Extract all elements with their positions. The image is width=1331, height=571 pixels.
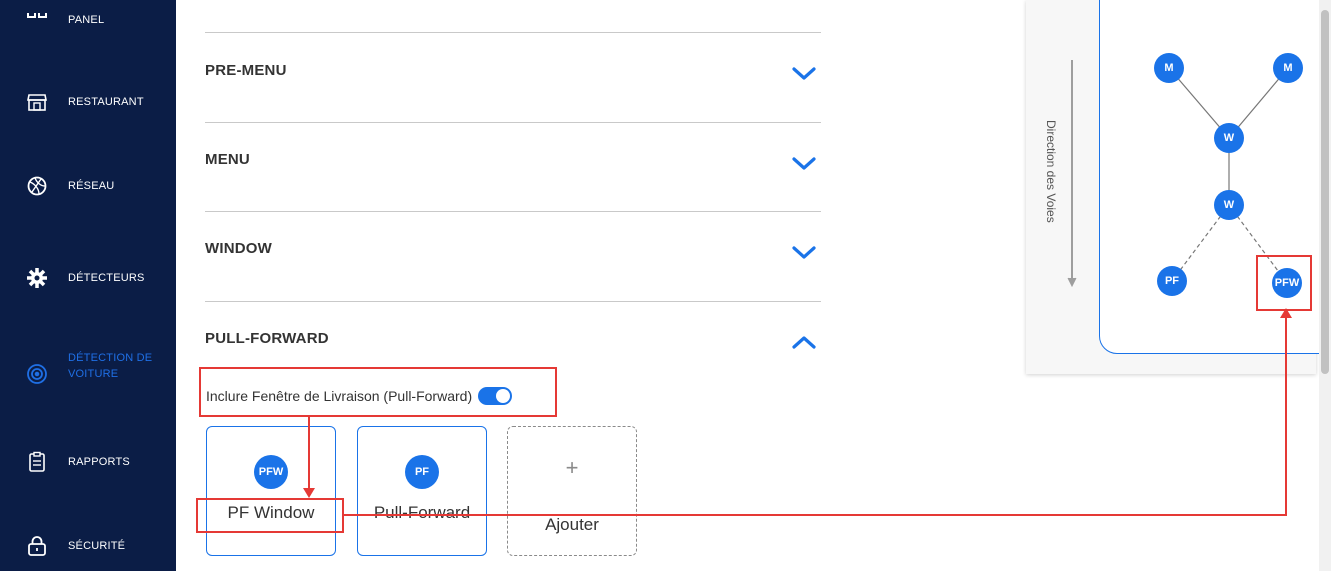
sidebar-item-label: SÉCURITÉ — [68, 540, 126, 552]
add-lane-label: Ajouter — [545, 515, 599, 534]
diagram-node-w1: W — [1214, 123, 1244, 153]
network-icon — [26, 175, 48, 197]
lane-badge: PF — [405, 455, 439, 489]
sidebar-item-detecteurs[interactable]: DÉTECTEURS — [0, 258, 176, 298]
sidebar-item-panel[interactable]: PANEL — [0, 4, 176, 44]
lane-badge: PFW — [254, 455, 288, 489]
toggle-knob — [496, 389, 511, 403]
sidebar-item-label: RESTAURANT — [68, 96, 144, 108]
lane-diagram-panel: Direction des Voies M M W W PF PFW — [1026, 0, 1331, 374]
chevron-down-icon[interactable] — [791, 66, 817, 82]
chevron-down-icon[interactable] — [791, 245, 817, 261]
divider — [205, 32, 821, 33]
direction-label: Direction des Voies — [1044, 120, 1058, 223]
sidebar-item-restaurant[interactable]: RESTAURANT — [0, 82, 176, 122]
lane-graph-box: M M W W PF PFW — [1099, 0, 1331, 354]
section-title-menu[interactable]: MENU — [205, 151, 250, 168]
store-icon — [26, 91, 48, 113]
pull-forward-toggle[interactable] — [478, 387, 513, 405]
sidebar-item-label: DÉTECTION DE VOITURE — [68, 352, 153, 380]
section-title-pull-forward[interactable]: PULL-FORWARD — [205, 330, 329, 347]
diagram-node-w2: W — [1214, 190, 1244, 220]
toggle-label: Inclure Fenêtre de Livraison (Pull-Forwa… — [206, 388, 473, 404]
diagram-node-pfw: PFW — [1272, 268, 1302, 298]
chevron-down-icon[interactable] — [791, 156, 817, 172]
divider — [205, 301, 821, 302]
sidebar-item-securite[interactable]: SÉCURITÉ — [0, 526, 176, 566]
sidebar: PANEL RESTAURANT RÉSEAU DÉTECTEURS DÉTEC… — [0, 0, 176, 571]
lane-card-pf-window[interactable]: PFW PF Window — [206, 426, 336, 556]
sidebar-item-label: PANEL — [68, 14, 105, 26]
add-lane-card[interactable]: + Ajouter — [507, 426, 637, 556]
lock-icon — [26, 535, 48, 557]
sidebar-item-label: RÉSEAU — [68, 180, 115, 192]
section-title-pre-menu[interactable]: PRE-MENU — [205, 62, 287, 79]
plus-icon: + — [565, 455, 579, 480]
divider — [205, 122, 821, 123]
section-title-window[interactable]: WINDOW — [205, 240, 272, 257]
radar-icon — [26, 363, 48, 385]
scrollbar-thumb[interactable] — [1321, 10, 1329, 374]
sidebar-item-label: RAPPORTS — [68, 456, 130, 468]
chevron-up-icon[interactable] — [791, 334, 817, 350]
lane-graph-edges — [1168, 67, 1289, 284]
pull-forward-toggle-row: Inclure Fenêtre de Livraison (Pull-Forwa… — [206, 384, 513, 408]
diagram-node-m1: M — [1154, 53, 1184, 83]
sidebar-item-detection-voiture[interactable]: DÉTECTION DE VOITURE — [0, 350, 176, 398]
lane-card-label: PF Window — [227, 503, 315, 522]
lane-card-label: Pull-Forward — [373, 503, 471, 522]
sidebar-item-reseau[interactable]: RÉSEAU — [0, 166, 176, 206]
diagram-node-pf: PF — [1157, 266, 1187, 296]
sidebar-item-rapports[interactable]: RAPPORTS — [0, 442, 176, 482]
diagram-node-m2: M — [1273, 53, 1303, 83]
gear-icon — [26, 267, 48, 289]
divider — [205, 211, 821, 212]
dashboard-icon — [26, 13, 48, 35]
clipboard-icon — [26, 451, 48, 473]
sidebar-item-label: DÉTECTEURS — [68, 272, 145, 284]
direction-arrow-icon — [1067, 60, 1077, 288]
lane-card-pull-forward[interactable]: PF Pull-Forward — [357, 426, 487, 556]
scrollbar[interactable] — [1319, 0, 1331, 571]
